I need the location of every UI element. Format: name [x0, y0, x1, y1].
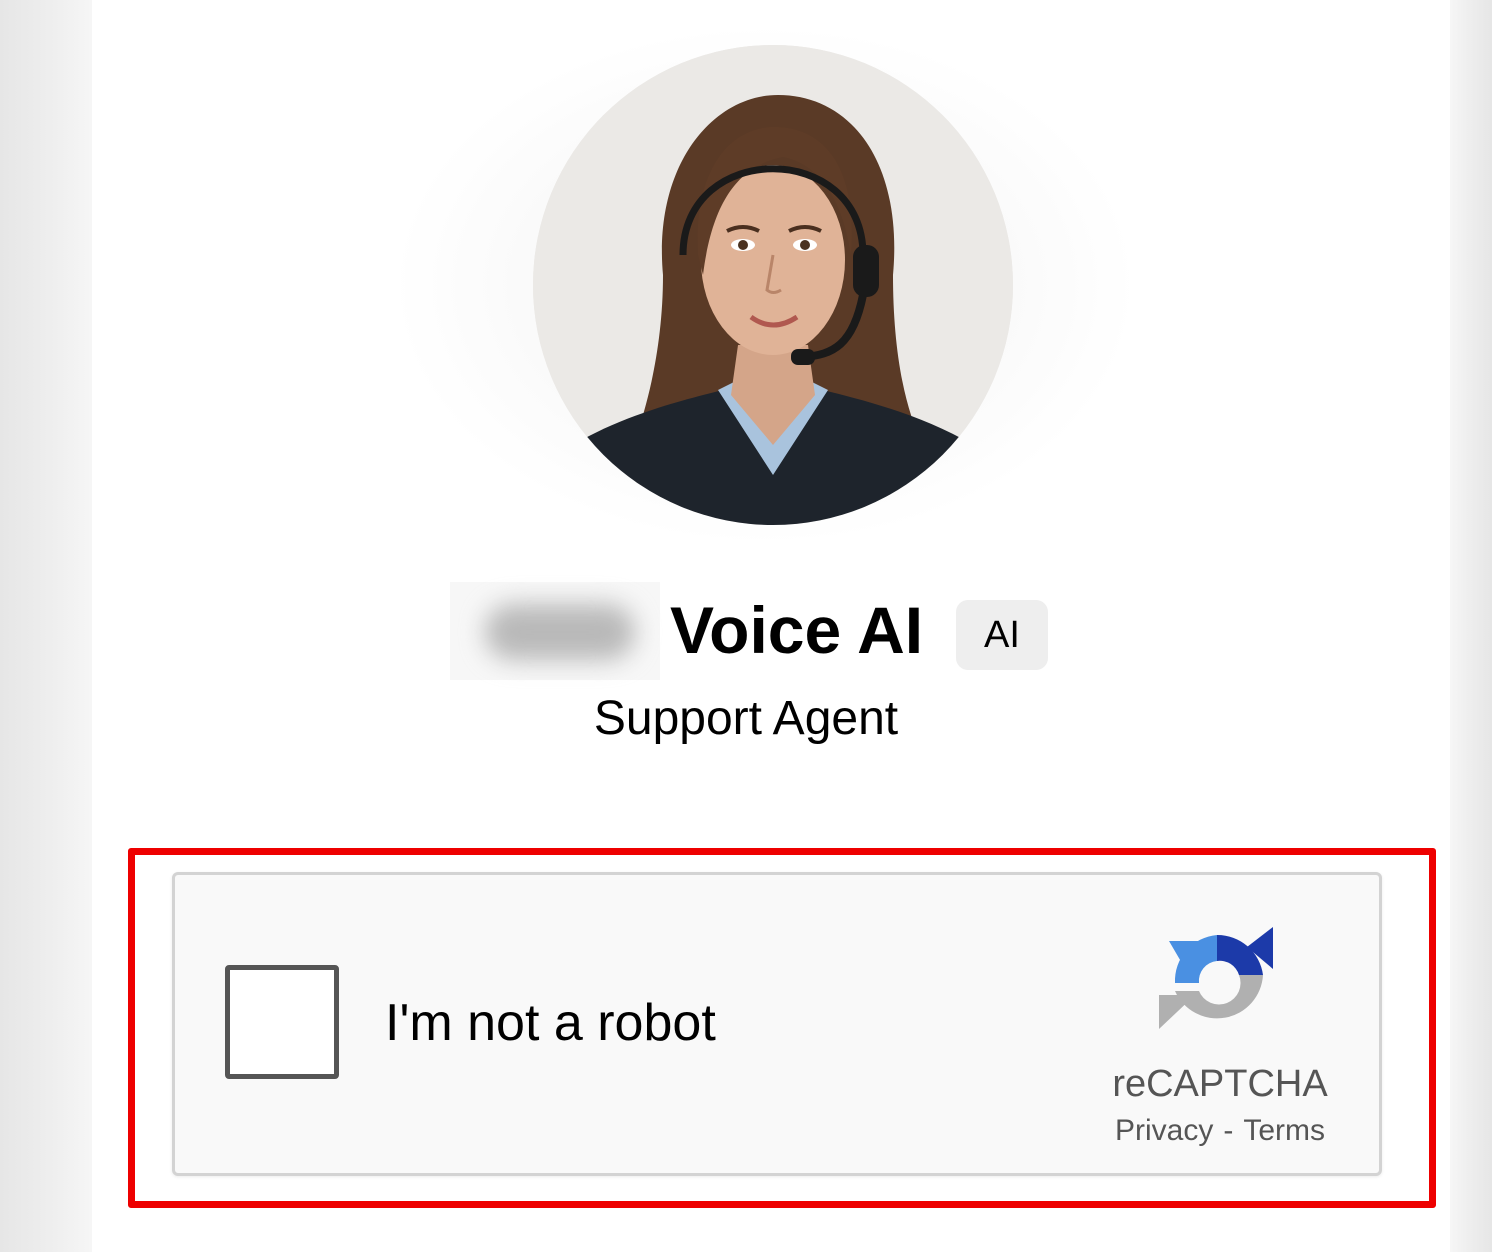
recaptcha-label: I'm not a robot: [385, 994, 716, 1052]
agent-name: Voice AI: [670, 593, 924, 667]
recaptcha-brand-text: reCAPTCHA: [1112, 1063, 1328, 1105]
agent-photo-icon: [533, 45, 1013, 525]
terms-link[interactable]: Terms: [1243, 1114, 1325, 1147]
recaptcha-checkbox[interactable]: [225, 965, 339, 1079]
recaptcha-links: Privacy - Terms: [1095, 1113, 1345, 1149]
page-gutter-left: [0, 0, 92, 1252]
link-separator: -: [1223, 1114, 1234, 1147]
recaptcha-logo-icon: [1159, 927, 1273, 1029]
agent-name-row: Voice AI AI: [450, 582, 1070, 682]
blurred-name-prefix: [450, 582, 660, 680]
agent-avatar: [533, 45, 1013, 525]
privacy-link[interactable]: Privacy: [1115, 1114, 1213, 1147]
ai-badge: AI: [956, 600, 1048, 670]
recaptcha-widget: I'm not a robot reCAPTCHA Privacy - Terms: [172, 872, 1382, 1176]
page-gutter-right: [1450, 0, 1492, 1252]
agent-role: Support Agent: [593, 692, 899, 745]
